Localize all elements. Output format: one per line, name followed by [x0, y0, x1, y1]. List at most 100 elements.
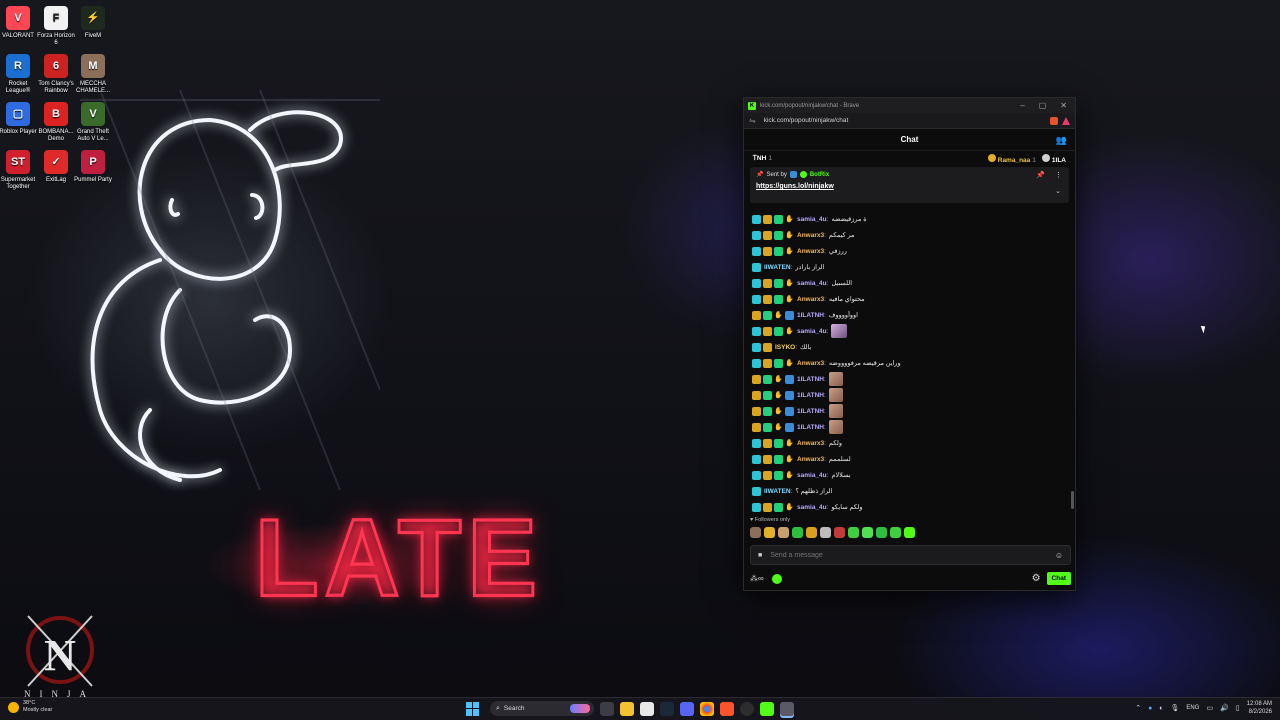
chat-username[interactable]: Anwarx3 — [797, 296, 824, 303]
file-explorer-icon[interactable] — [620, 701, 634, 716]
chat-username[interactable]: 1ILATNH — [797, 376, 824, 383]
emoji-picker-icon[interactable]: ☺ — [1055, 551, 1063, 560]
tray-app-icon[interactable]: ◐ — [1159, 705, 1163, 712]
obs-icon[interactable] — [740, 701, 754, 716]
chat-username[interactable]: 1ILATNH — [797, 424, 824, 431]
chat-username[interactable]: samia_4u — [797, 216, 827, 223]
message-input-box[interactable]: ■ ☺ — [750, 545, 1071, 565]
chat-scrollbar[interactable] — [1071, 491, 1074, 509]
chat-message[interactable]: IIWATEN: الراز ذظلهم ؟ — [752, 483, 1075, 499]
microphone-icon[interactable]: 🎙 — [1171, 704, 1180, 712]
chat-username[interactable]: ISYKO — [775, 344, 795, 351]
desktop-icon[interactable]: V Grand Theft Auto V Le... — [74, 102, 112, 143]
emote[interactable] — [834, 527, 845, 538]
windows-start-icon[interactable] — [466, 701, 480, 716]
steam-icon[interactable] — [660, 701, 674, 716]
chat-username[interactable]: 1ILATNH — [797, 312, 824, 319]
url-text[interactable]: kick.com/popout/ninjakw/chat — [764, 117, 849, 124]
chat-username[interactable]: Anwarx3 — [797, 456, 824, 463]
emote[interactable] — [806, 527, 817, 538]
chat-username[interactable]: 1ILATNH — [797, 408, 824, 415]
chevron-down-icon[interactable]: ⌄ — [1055, 187, 1061, 195]
pinned-link[interactable]: https://guns.lol/ninjakw — [756, 183, 1063, 190]
chevron-up-icon[interactable]: ⌃ — [1135, 704, 1141, 712]
weather-widget[interactable]: 38°C Mostly clear — [8, 700, 52, 714]
chat-username[interactable]: IIWATEN — [764, 488, 791, 495]
pinned-sender[interactable]: BotRix — [810, 172, 829, 178]
chat-username[interactable]: 1ILATNH — [797, 392, 824, 399]
chat-username[interactable]: IIWATEN — [764, 264, 791, 271]
chat-message[interactable]: ✋ 1ILATNH: — [752, 371, 1075, 387]
battery-icon[interactable]: ▯ — [1236, 704, 1240, 712]
desktop-icon[interactable]: ✓ ExitLag — [37, 150, 75, 184]
tray-app-icon[interactable]: ● — [1148, 705, 1152, 712]
address-bar[interactable]: ⇋ kick.com/popout/ninjakw/chat — [744, 113, 1075, 129]
store-icon[interactable] — [640, 701, 654, 716]
clock[interactable]: 12:08 AM 8/2/2026 — [1247, 700, 1272, 716]
gear-icon[interactable]: ⚙ — [1032, 573, 1041, 584]
minimize-icon[interactable]: – — [1020, 101, 1024, 110]
chat-message[interactable]: ✋ 1ILATNH: — [752, 403, 1075, 419]
chat-message[interactable]: ✋ samia_4u: ولكم سايكو — [752, 499, 1075, 515]
desktop-icon[interactable]: F Forza Horizon 6 — [37, 6, 75, 47]
leaderboard-entry[interactable]: 1ILA — [1041, 154, 1066, 164]
settings-app-icon[interactable] — [780, 701, 794, 716]
chat-username[interactable]: Anwarx3 — [797, 360, 824, 367]
chrome-icon[interactable] — [700, 701, 714, 716]
close-icon[interactable]: ✕ — [1060, 101, 1067, 110]
chat-message[interactable]: IIWATEN: الراز بارادر — [752, 259, 1075, 275]
desktop-icon[interactable]: R Rocket League® — [0, 54, 37, 95]
send-chat-button[interactable]: Chat — [1046, 572, 1071, 585]
users-icon[interactable]: 👥 — [1056, 135, 1067, 146]
chat-username[interactable]: samia_4u — [797, 328, 827, 335]
desktop-icon[interactable]: ▢ Roblox Player — [0, 102, 37, 136]
chat-username[interactable]: samia_4u — [797, 472, 827, 479]
desktop-icon[interactable]: ST Supermarket Together — [0, 150, 37, 191]
taskbar-search[interactable]: ⌕ Search — [490, 701, 594, 716]
more-options-icon[interactable]: ⋮ — [1055, 171, 1062, 179]
desktop-icon[interactable]: V VALORANT — [0, 6, 37, 40]
chat-message[interactable]: ✋ samia_4u: ة مرزقيضضه — [752, 211, 1075, 227]
window-titlebar[interactable]: K kick.com/popout/ninjakw/chat - Brave –… — [744, 98, 1075, 113]
chat-username[interactable]: samia_4u — [797, 280, 827, 287]
leaderboard-entry[interactable]: Rama_naa 1 — [987, 154, 1036, 164]
site-settings-icon[interactable]: ⇋ — [749, 116, 756, 125]
emote[interactable] — [764, 527, 775, 538]
chat-message[interactable]: ✋ 1ILATNH: — [752, 387, 1075, 403]
kick-badge-icon[interactable] — [771, 573, 782, 584]
desktop-icon[interactable]: ⚡ FiveM — [74, 6, 112, 40]
emote[interactable] — [792, 527, 803, 538]
chat-username[interactable]: Anwarx3 — [797, 248, 824, 255]
chat-username[interactable]: Anwarx3 — [797, 232, 824, 239]
emote[interactable] — [848, 527, 859, 538]
emote[interactable] — [904, 527, 915, 538]
maximize-icon[interactable]: ▢ — [1039, 101, 1047, 110]
emote[interactable] — [750, 527, 761, 538]
chat-message[interactable]: ✋ Anwarx3: مر كيمكم — [752, 227, 1075, 243]
chat-message[interactable]: ✋ samia_4u: — [752, 323, 1075, 339]
channel-points-icon[interactable]: ⁂∞ — [750, 574, 764, 583]
chat-message[interactable]: ✋ samia_4u: بسلالام — [752, 467, 1075, 483]
network-icon[interactable]: ▭ — [1206, 704, 1213, 712]
chat-message[interactable]: ✋ Anwarx3: ررزفي — [752, 243, 1075, 259]
brave-shield-icon[interactable] — [1050, 116, 1058, 125]
chat-message[interactable]: ✋ 1ILATNH: — [752, 419, 1075, 435]
chat-message[interactable]: ✋ 1ILATNH: اووأووووف — [752, 307, 1075, 323]
pinned-message[interactable]: 📌 Sent by BotRix https://guns.lol/ninjak… — [750, 167, 1069, 203]
leaderboard-left[interactable]: ᎢNH 1 — [753, 155, 772, 163]
desktop-icon[interactable]: B BOMBANA... Demo — [37, 102, 75, 143]
chat-message[interactable]: ✋ Anwarx3: ولكم — [752, 435, 1075, 451]
emote[interactable] — [862, 527, 873, 538]
desktop-icon[interactable]: 6 Tom Clancy's Rainbow — [37, 54, 75, 95]
emote[interactable] — [820, 527, 831, 538]
language-indicator[interactable]: ENG — [1186, 705, 1199, 711]
chat-message[interactable]: ISYKO: بالك — [752, 339, 1075, 355]
brave-icon[interactable] — [720, 701, 734, 716]
discord-icon[interactable] — [680, 701, 694, 716]
volume-icon[interactable]: 🔊 — [1220, 704, 1229, 712]
message-input[interactable] — [770, 551, 1055, 559]
desktop-icon[interactable]: P Pummel Party — [74, 150, 112, 184]
desktop-icon[interactable]: M MECCHA CHAMELE... — [74, 54, 112, 95]
chat-message[interactable]: ✋ samia_4u: اللسبيل — [752, 275, 1075, 291]
kick-app-icon[interactable] — [760, 701, 774, 716]
